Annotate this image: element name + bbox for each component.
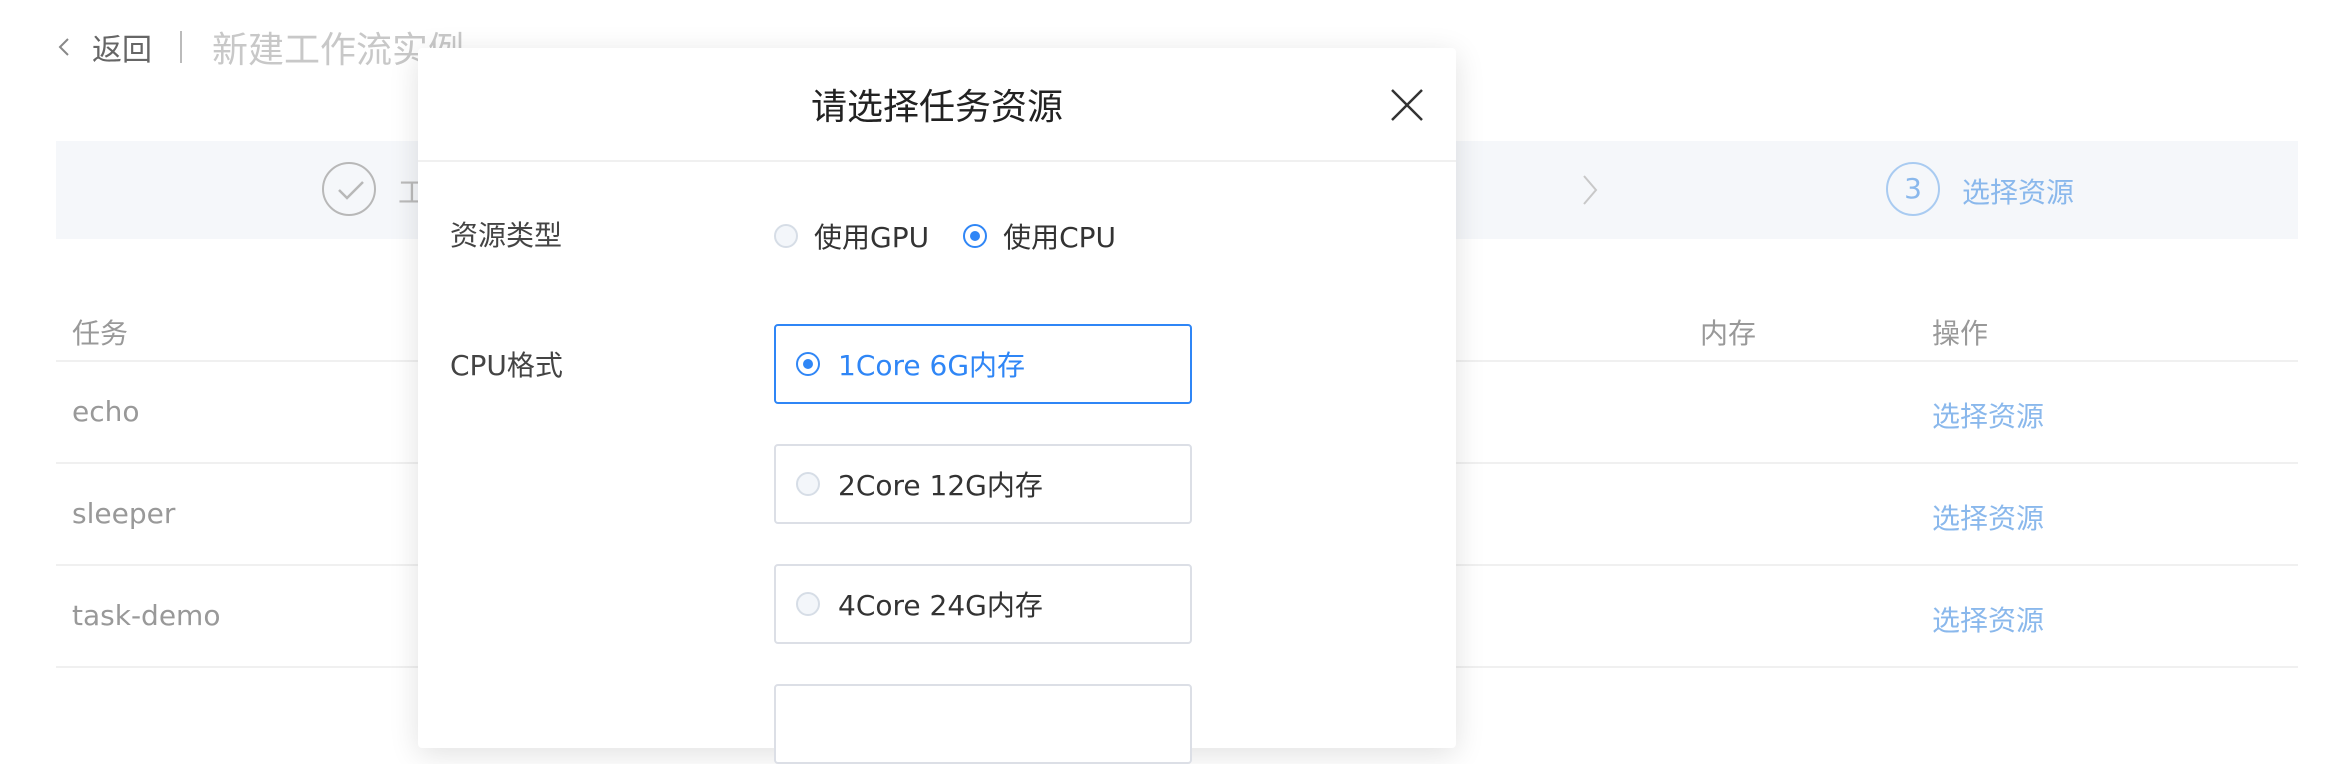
modal-header: 请选择任务资源: [418, 48, 1456, 162]
cpu-option-label: 2Core 12G内存: [838, 469, 1043, 502]
task-name: sleeper: [72, 497, 176, 530]
cpu-option-1core[interactable]: 1Core 6G内存: [774, 324, 1192, 404]
radio-use-gpu[interactable]: 使用GPU: [774, 216, 929, 256]
radio-circle[interactable]: [796, 592, 820, 616]
radio-label: 使用GPU: [814, 221, 930, 254]
radio-circle[interactable]: [774, 224, 798, 248]
select-resource-link[interactable]: 选择资源: [1932, 497, 2044, 537]
back-link[interactable]: 返回: [92, 25, 152, 69]
step-1-indicator: [322, 162, 376, 216]
radio-use-cpu[interactable]: 使用CPU: [963, 216, 1116, 256]
step-3-label: 选择资源: [1962, 176, 2075, 209]
step-3-indicator: 3: [1886, 162, 1940, 216]
divider: [180, 31, 182, 63]
cpu-option-label: 4Core 24G内存: [838, 589, 1043, 622]
resource-modal: 请选择任务资源 资源类型 使用GPU 使用CPU CPU格式 1Core 6G内…: [418, 48, 1456, 764]
cpu-option-label: 1Core 6G内存: [838, 349, 1026, 382]
radio-label: 使用CPU: [1003, 221, 1117, 254]
radio-circle[interactable]: [963, 224, 988, 248]
cpu-format-label: CPU格式: [450, 349, 563, 382]
task-name: echo: [72, 395, 140, 428]
close-icon[interactable]: [1386, 84, 1428, 126]
header-action: 操作: [1932, 317, 1989, 350]
radio-circle[interactable]: [796, 352, 820, 376]
cpu-option-2core[interactable]: 2Core 12G内存: [774, 444, 1192, 524]
top-bar: 返回 新建工作流实例: [52, 22, 464, 72]
chevron-right-icon: [1583, 175, 1598, 205]
modal-title: 请选择任务资源: [810, 87, 1063, 128]
cpu-option-partial[interactable]: [774, 684, 1192, 764]
resource-type-label: 资源类型: [450, 219, 563, 252]
check-icon: [338, 181, 364, 200]
select-resource-link[interactable]: 选择资源: [1932, 599, 2044, 639]
header-memory: 内存: [1700, 317, 1757, 350]
chevron-left-icon[interactable]: [52, 34, 78, 60]
header-task: 任务: [72, 317, 129, 350]
radio-circle[interactable]: [796, 472, 820, 496]
resource-type-radio-group: 使用GPU 使用CPU: [774, 216, 1150, 256]
cpu-option-4core[interactable]: 4Core 24G内存: [774, 564, 1192, 644]
task-name: task-demo: [72, 599, 221, 632]
select-resource-link[interactable]: 选择资源: [1932, 395, 2044, 435]
